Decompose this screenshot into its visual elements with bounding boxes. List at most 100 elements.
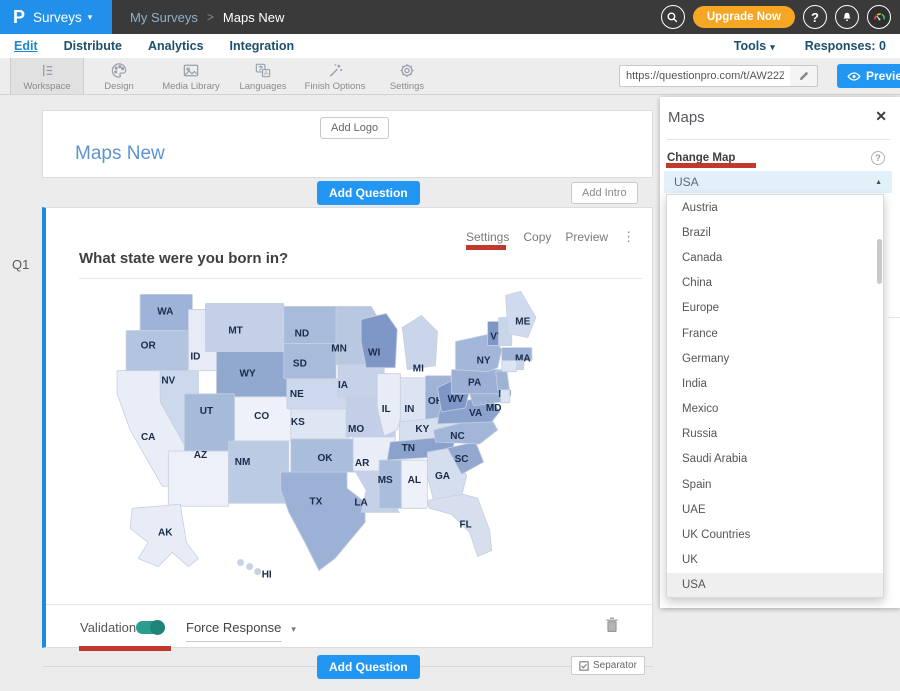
gear-icon: [397, 61, 417, 80]
dropdown-option[interactable]: UAE: [667, 497, 883, 522]
state-label-FL: FL: [459, 519, 471, 530]
nav-right-group: Tools▾ Responses: 0: [734, 39, 886, 53]
panel-divider: [667, 139, 890, 140]
change-map-help-icon[interactable]: ?: [871, 151, 885, 165]
product-switcher[interactable]: P Surveys ▾: [0, 0, 112, 34]
state-label-AK: AK: [158, 527, 173, 538]
help-button[interactable]: ?: [803, 5, 827, 29]
state-HI[interactable]: [247, 564, 253, 570]
validation-toggle[interactable]: [136, 621, 164, 634]
state-label-IN: IN: [404, 404, 414, 415]
dropdown-option[interactable]: Russia: [667, 422, 883, 447]
tab-edit[interactable]: Edit: [14, 39, 38, 53]
edit-url-button[interactable]: [790, 65, 818, 87]
toolbar-item-workspace[interactable]: Workspace: [10, 58, 84, 94]
chevron-up-icon: ▲: [875, 179, 882, 186]
state-MT[interactable]: [205, 303, 283, 351]
state-CT[interactable]: [502, 361, 517, 372]
eye-icon: [847, 71, 861, 82]
state-RI[interactable]: [517, 361, 524, 370]
dropdown-option[interactable]: UK Countries: [667, 522, 883, 547]
account-menu-button[interactable]: [867, 5, 891, 29]
state-ND[interactable]: [284, 306, 336, 343]
state-label-OK: OK: [317, 453, 333, 464]
upgrade-now-button[interactable]: Upgrade Now: [693, 6, 795, 28]
toolbar-item-design[interactable]: Design: [83, 58, 155, 94]
toolbar-item-finish-options[interactable]: Finish Options: [299, 58, 371, 94]
question-text-underline: [79, 278, 642, 279]
tab-integration[interactable]: Integration: [230, 39, 295, 53]
add-question-button-top[interactable]: Add Question: [317, 181, 420, 205]
map-select[interactable]: USA ▲: [664, 171, 892, 193]
survey-section-nav: Edit Distribute Analytics Integration To…: [0, 34, 900, 58]
state-HI[interactable]: [255, 569, 261, 575]
add-question-button-bottom[interactable]: Add Question: [317, 655, 420, 679]
dropdown-option[interactable]: USA: [667, 573, 883, 598]
notifications-button[interactable]: [835, 5, 859, 29]
dropdown-option[interactable]: Mexico: [667, 397, 883, 422]
state-DE[interactable]: [501, 390, 510, 403]
dropdown-option[interactable]: Austria: [667, 195, 883, 220]
dropdown-option[interactable]: Europe: [667, 296, 883, 321]
annotation-underline-settings: [466, 245, 506, 250]
tab-analytics[interactable]: Analytics: [148, 39, 204, 53]
responses-count[interactable]: Responses: 0: [805, 39, 886, 53]
question-settings-link[interactable]: Settings: [466, 230, 509, 244]
state-label-ND: ND: [295, 329, 310, 340]
force-response-underline: [186, 641, 282, 642]
dropdown-option[interactable]: UK: [667, 548, 883, 573]
question-footer-divider: [46, 604, 652, 605]
dropdown-option[interactable]: Canada: [667, 245, 883, 270]
toolbar-item-media-library[interactable]: Media Library: [155, 58, 227, 94]
state-label-IA: IA: [338, 380, 348, 391]
tools-menu[interactable]: Tools▾: [734, 39, 775, 53]
survey-url-input[interactable]: [619, 65, 791, 87]
annotation-underline-change-map: [666, 163, 756, 168]
dropdown-option[interactable]: China: [667, 271, 883, 296]
tab-distribute[interactable]: Distribute: [64, 39, 122, 53]
state-label-NC: NC: [450, 431, 465, 442]
toolbar-item-settings[interactable]: Settings: [371, 58, 443, 94]
state-label-PA: PA: [468, 378, 481, 389]
breadcrumb-current: Maps New: [223, 10, 284, 25]
toolbar-item-languages[interactable]: A Languages: [227, 58, 299, 94]
search-button[interactable]: [661, 5, 685, 29]
preview-button[interactable]: Preview: [837, 64, 900, 88]
state-NM[interactable]: [229, 441, 289, 503]
pencil-icon: [798, 70, 810, 82]
state-HI[interactable]: [238, 560, 244, 566]
state-UT[interactable]: [184, 394, 234, 451]
state-WI[interactable]: [361, 313, 397, 367]
dropdown-option[interactable]: India: [667, 371, 883, 396]
header-actions: Upgrade Now ?: [661, 5, 900, 29]
survey-title[interactable]: Maps New: [75, 143, 165, 165]
state-SD[interactable]: [284, 344, 336, 379]
maps-settings-panel: Maps ✕ Change Map ? USA ▲ AustriaBrazilC…: [660, 97, 900, 608]
question-copy-link[interactable]: Copy: [523, 230, 551, 244]
force-response-dropdown[interactable]: Force Response▾: [186, 620, 296, 635]
breadcrumb-my-surveys[interactable]: My Surveys: [130, 10, 198, 25]
state-TX[interactable]: [281, 472, 365, 570]
state-label-NV: NV: [161, 376, 175, 387]
dropdown-option[interactable]: France: [667, 321, 883, 346]
dropdown-option[interactable]: Brazil: [667, 220, 883, 245]
state-IN[interactable]: [400, 378, 426, 426]
dropdown-option[interactable]: Saudi Arabia: [667, 447, 883, 472]
state-MI[interactable]: [402, 315, 437, 369]
separator-toggle[interactable]: Separator: [571, 656, 645, 675]
delete-question-button[interactable]: [604, 616, 620, 634]
state-OR[interactable]: [126, 331, 190, 371]
question-text[interactable]: What state were you born in?: [79, 250, 288, 267]
add-intro-button[interactable]: Add Intro: [571, 182, 638, 204]
state-label-MN: MN: [331, 344, 347, 355]
toolbar-item-label: Finish Options: [305, 81, 366, 92]
separator-label: Separator: [593, 660, 637, 671]
dropdown-option[interactable]: Spain: [667, 472, 883, 497]
state-ME[interactable]: [506, 291, 536, 337]
add-logo-button[interactable]: Add Logo: [320, 117, 389, 139]
dropdown-option[interactable]: Germany: [667, 346, 883, 371]
dropdown-scrollbar-thumb[interactable]: [877, 239, 882, 284]
kebab-menu-icon[interactable]: ⋮: [622, 229, 635, 245]
close-icon[interactable]: ✕: [875, 108, 887, 125]
question-preview-link[interactable]: Preview: [565, 230, 608, 244]
